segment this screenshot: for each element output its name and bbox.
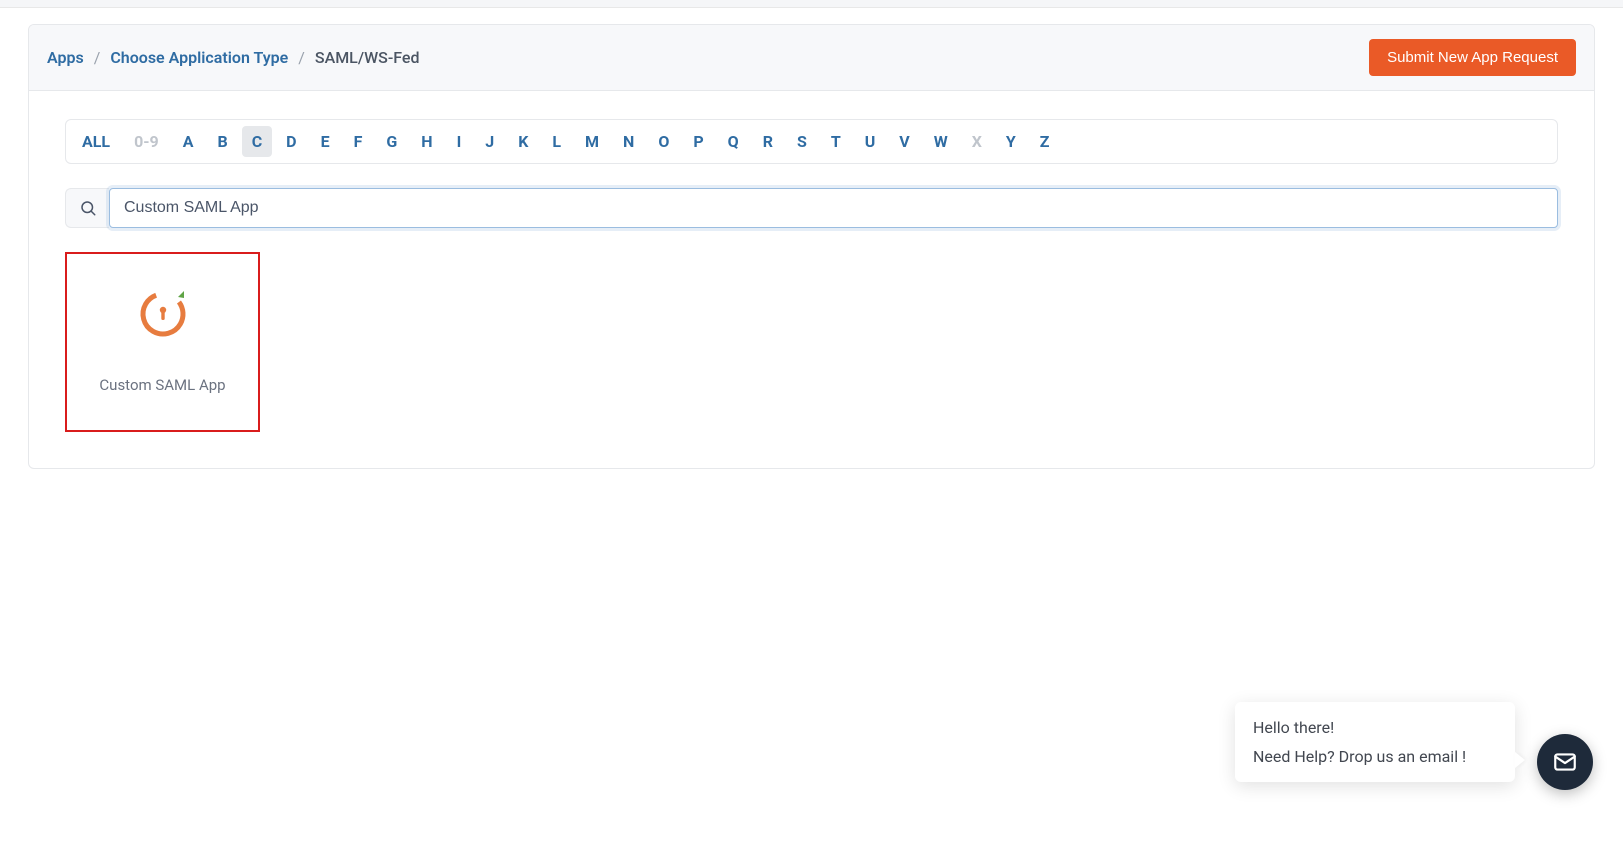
search-icon: [79, 199, 97, 217]
miniorange-lock-icon: [135, 284, 191, 340]
alpha-filter-x: X: [962, 126, 992, 157]
alpha-filter-h[interactable]: H: [411, 126, 442, 157]
app-logo: [135, 272, 191, 352]
breadcrumb-current: SAML/WS-Fed: [315, 48, 420, 67]
alpha-filter-o[interactable]: O: [648, 126, 679, 157]
alpha-filter-all[interactable]: ALL: [72, 126, 120, 157]
search-icon-box: [65, 188, 109, 228]
chat-bubble[interactable]: Hello there! Need Help? Drop us an email…: [1235, 702, 1515, 782]
breadcrumb-separator: /: [94, 48, 101, 67]
alpha-filter-t[interactable]: T: [821, 126, 851, 157]
alpha-filter-n[interactable]: N: [613, 126, 644, 157]
alpha-filter-m[interactable]: M: [575, 126, 609, 157]
alpha-filter-v[interactable]: V: [889, 126, 919, 157]
app-grid: Custom SAML App: [65, 252, 1558, 432]
alpha-filter-e[interactable]: E: [311, 126, 340, 157]
alpha-filter-q[interactable]: Q: [718, 126, 749, 157]
breadcrumb-separator: /: [298, 48, 305, 67]
submit-new-app-button[interactable]: Submit New App Request: [1369, 39, 1576, 76]
alpha-filter-d[interactable]: D: [276, 126, 306, 157]
panel-body: ALL 0-9 A B C D E F G H I J K L M N O P …: [29, 91, 1594, 468]
alpha-filter-a[interactable]: A: [173, 126, 204, 157]
alpha-filter-s[interactable]: S: [787, 126, 817, 157]
chat-fab[interactable]: [1537, 734, 1593, 790]
alpha-filter-u[interactable]: U: [855, 126, 886, 157]
app-card-custom-saml[interactable]: Custom SAML App: [65, 252, 260, 432]
alpha-filter-f[interactable]: F: [344, 126, 373, 157]
alpha-filter-w[interactable]: W: [924, 126, 958, 157]
main-panel: Apps / Choose Application Type / SAML/WS…: [28, 24, 1595, 469]
alpha-filter-y[interactable]: Y: [996, 126, 1026, 157]
alpha-filter-l[interactable]: L: [542, 126, 571, 157]
app-card-label: Custom SAML App: [99, 376, 225, 394]
alpha-filter-z[interactable]: Z: [1030, 126, 1060, 157]
chat-bubble-line2: Need Help? Drop us an email !: [1253, 747, 1497, 766]
top-strip: [0, 0, 1623, 8]
search-row: [65, 188, 1558, 228]
panel-header: Apps / Choose Application Type / SAML/WS…: [29, 25, 1594, 91]
alpha-filter-r[interactable]: R: [753, 126, 783, 157]
breadcrumb-choose-type[interactable]: Choose Application Type: [110, 48, 288, 67]
alpha-filter-i[interactable]: I: [447, 126, 472, 157]
alpha-filter-b[interactable]: B: [207, 126, 237, 157]
chat-bubble-line1: Hello there!: [1253, 718, 1497, 737]
alpha-filter-j[interactable]: J: [475, 126, 504, 157]
alpha-filter-g[interactable]: G: [376, 126, 407, 157]
mail-icon: [1552, 749, 1578, 775]
alpha-filter-p[interactable]: P: [683, 126, 713, 157]
breadcrumb: Apps / Choose Application Type / SAML/WS…: [47, 48, 420, 67]
alpha-filter: ALL 0-9 A B C D E F G H I J K L M N O P …: [65, 119, 1558, 164]
search-input[interactable]: [109, 188, 1558, 228]
alpha-filter-k[interactable]: K: [508, 126, 538, 157]
breadcrumb-apps[interactable]: Apps: [47, 48, 84, 67]
alpha-filter-0-9: 0-9: [124, 126, 169, 157]
alpha-filter-c[interactable]: C: [242, 126, 272, 157]
